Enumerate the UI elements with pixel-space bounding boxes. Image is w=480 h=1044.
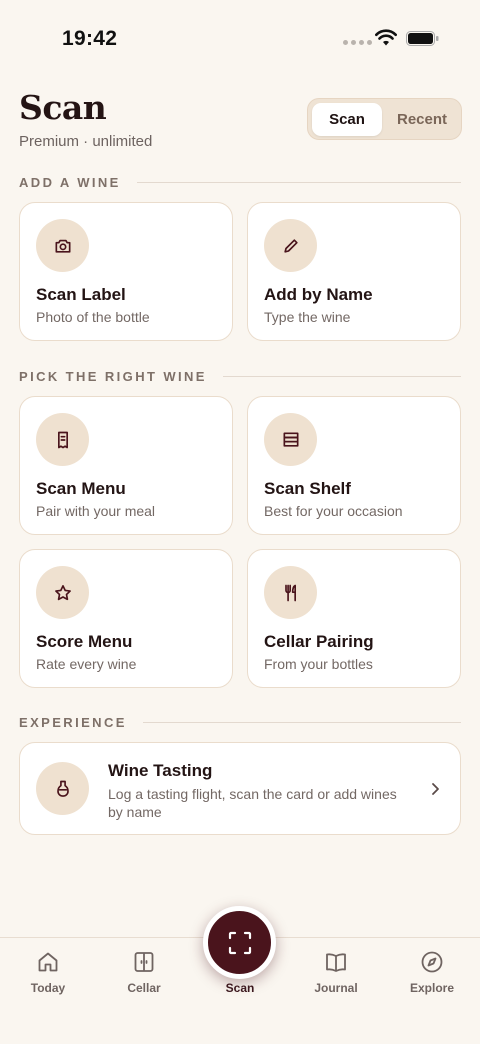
cabinet-icon (134, 952, 154, 972)
card-title: Scan Shelf (264, 479, 351, 498)
section-experience: EXPERIENCE (19, 714, 461, 730)
scan-shelf-card[interactable]: Scan Shelf Best for your occasion (247, 396, 461, 535)
card-title: Scan Label (36, 285, 126, 304)
wifi-icon (375, 29, 397, 46)
divider (142, 721, 461, 723)
card-title: Cellar Pairing (264, 632, 374, 651)
utensils-icon (264, 566, 317, 619)
segment-recent[interactable]: Recent (384, 103, 460, 136)
shelf-icon (264, 413, 317, 466)
view-toggle: Scan Recent (307, 98, 462, 140)
card-title: Score Menu (36, 632, 133, 651)
segment-scan[interactable]: Scan (312, 103, 382, 136)
section-label: ADD A WINE (19, 174, 121, 190)
scan-label-card[interactable]: Scan Label Photo of the bottle (19, 202, 233, 341)
tab-today[interactable]: Today (8, 950, 88, 1006)
tasting-title: Wine Tasting (108, 761, 213, 780)
status-bar: 19:42 (0, 0, 480, 78)
tab-label: Scan (225, 981, 255, 995)
book-icon (326, 953, 346, 972)
section-label: PICK THE RIGHT WINE (19, 368, 207, 384)
cellar-pairing-card[interactable]: Cellar Pairing From your bottles (247, 549, 461, 688)
tab-journal[interactable]: Journal (296, 950, 376, 1006)
tab-label: Journal (314, 981, 358, 995)
divider (222, 375, 461, 377)
wine-tasting-card[interactable]: Wine Tasting Log a tasting flight, scan … (19, 742, 461, 835)
star-icon (36, 566, 89, 619)
card-subtitle: Rate every wine (36, 656, 137, 672)
compass-icon (421, 951, 443, 973)
camera-icon (36, 219, 89, 272)
status-time: 19:42 (62, 27, 118, 50)
pencil-icon (264, 219, 317, 272)
scan-icon (228, 931, 251, 954)
page-title: Scan (19, 88, 107, 127)
section-add-wine: ADD A WINE (19, 174, 461, 190)
card-title: Add by Name (264, 285, 373, 304)
score-menu-card[interactable]: Score Menu Rate every wine (19, 549, 233, 688)
scan-button[interactable] (203, 906, 276, 979)
tab-cellar[interactable]: Cellar (104, 950, 184, 1006)
card-subtitle: Pair with your meal (36, 503, 156, 519)
card-subtitle: Photo of the bottle (36, 309, 150, 325)
tab-label: Today (30, 981, 66, 995)
card-title: Scan Menu (36, 479, 126, 498)
signal-icon (343, 40, 372, 45)
add-by-name-card[interactable]: Add by Name Type the wine (247, 202, 461, 341)
battery-icon (406, 31, 439, 46)
receipt-icon (36, 413, 89, 466)
divider (136, 181, 461, 183)
card-subtitle: Type the wine (264, 309, 351, 325)
card-subtitle: Best for your occasion (264, 503, 403, 519)
card-subtitle: From your bottles (264, 656, 373, 672)
plan-status: Premium · unlimited (19, 133, 153, 150)
scan-menu-card[interactable]: Scan Menu Pair with your meal (19, 396, 233, 535)
tab-label: Explore (409, 981, 454, 995)
home-icon (38, 952, 58, 972)
tab-explore[interactable]: Explore (392, 950, 472, 1006)
section-pick-wine: PICK THE RIGHT WINE (19, 368, 461, 384)
tab-label: Cellar (127, 981, 161, 995)
section-label: EXPERIENCE (19, 714, 127, 730)
wine-glass-icon (36, 762, 89, 815)
tasting-subtitle: Log a tasting flight, scan the card or a… (108, 786, 397, 820)
chevron-right-icon (432, 783, 439, 795)
